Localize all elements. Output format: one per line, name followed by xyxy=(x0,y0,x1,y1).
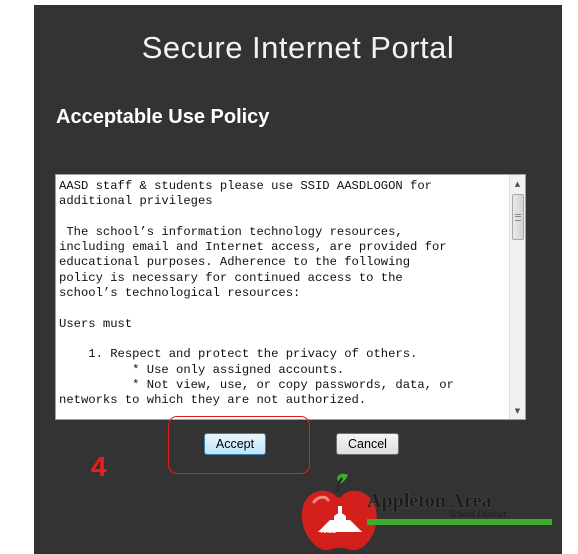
policy-scrollbar[interactable]: ▲ ▼ xyxy=(509,175,525,419)
policy-textarea[interactable]: AASD staff & students please use SSID AA… xyxy=(55,174,526,420)
district-logo: AASD Appleton Area School District xyxy=(296,472,562,554)
apple-label: AASD xyxy=(321,529,337,535)
cancel-button[interactable]: Cancel xyxy=(336,433,399,455)
annotation-step-number: 4 xyxy=(91,451,107,482)
scroll-thumb[interactable] xyxy=(512,194,524,240)
policy-text: AASD staff & students please use SSID AA… xyxy=(59,179,454,408)
page-title: Secure Internet Portal xyxy=(141,30,455,65)
scroll-up-arrow-icon[interactable]: ▲ xyxy=(510,177,525,191)
apple-logo-icon xyxy=(301,473,377,551)
grip-icon xyxy=(515,214,521,221)
policy-heading: Acceptable Use Policy xyxy=(56,106,270,128)
portal-panel: Secure Internet Portal Acceptable Use Po… xyxy=(34,5,562,554)
annotation-highlight-box xyxy=(168,416,310,474)
logo-green-bar xyxy=(367,519,552,525)
scroll-down-arrow-icon[interactable]: ▼ xyxy=(510,404,525,418)
